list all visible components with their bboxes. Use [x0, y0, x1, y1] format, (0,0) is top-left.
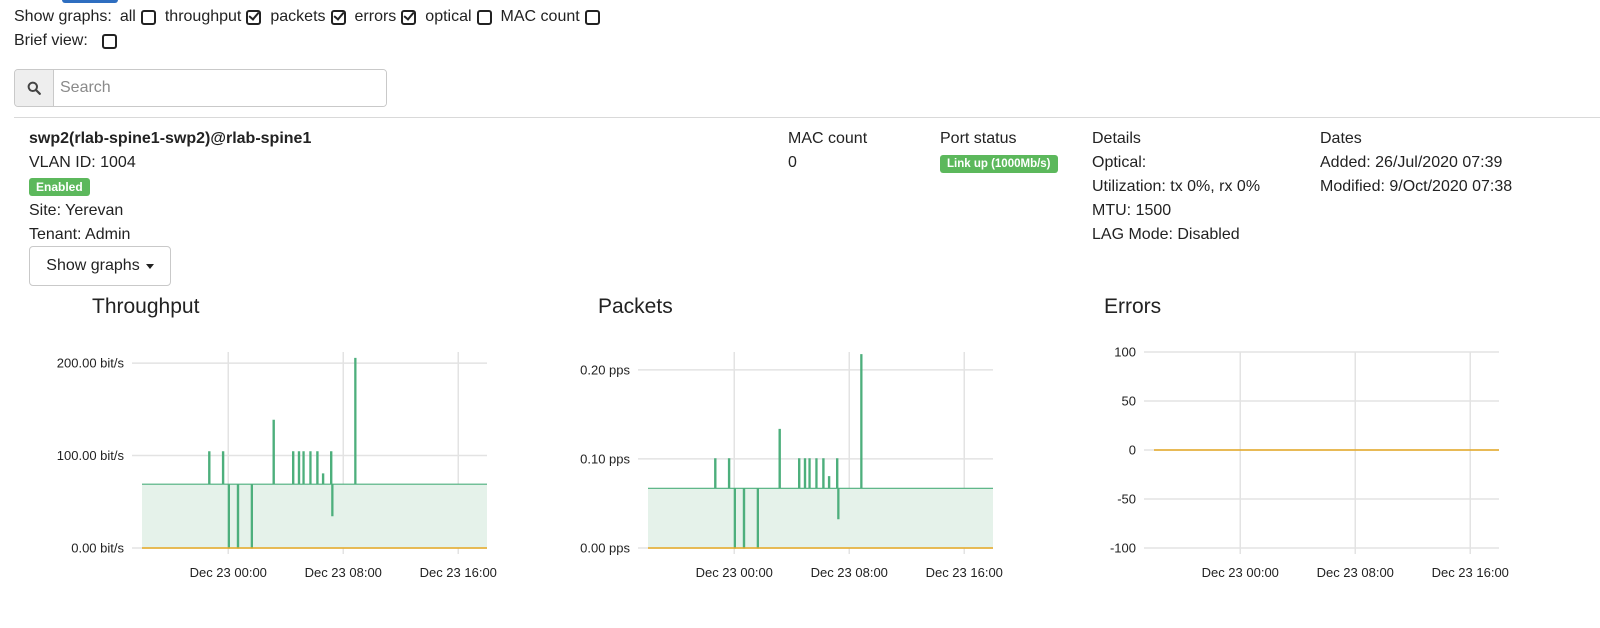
series-area-fill [142, 358, 487, 548]
optical-detail: Optical: [1092, 154, 1147, 171]
date-added: Added: 26/Jul/2020 07:39 [1320, 154, 1503, 171]
filter-errors-label: errors [354, 8, 397, 25]
x-tick-label: Dec 23 16:00 [1432, 565, 1509, 580]
graph-filters: Show graphs: all throughput packets erro… [14, 5, 609, 53]
errors-chart: -100 -50 0 50 100 Dec 23 00:00 Dec 23 08:00 Dec… [1110, 345, 1509, 581]
link-status-badge: Link up (1000Mb/s) [940, 155, 1058, 173]
y-tick-label: -50 [1117, 492, 1136, 507]
x-tick-label: Dec 23 16:00 [420, 565, 497, 580]
filter-optical[interactable]: optical [425, 5, 492, 29]
tenant: Tenant: Admin [29, 226, 131, 243]
x-tick-label: Dec 23 08:00 [811, 565, 888, 580]
search-input[interactable] [54, 70, 386, 106]
show-graphs-button-label: Show graphs [46, 257, 140, 274]
divider [14, 117, 1600, 118]
mac-count-value: 0 [788, 154, 797, 171]
active-tab-indicator [62, 0, 118, 3]
x-tick-label: Dec 23 08:00 [305, 565, 382, 580]
y-tick-label: 200.00 bit/s [57, 356, 125, 371]
mac-count-column: MAC count 0 [788, 127, 867, 175]
packets-chart: 0.00 pps 0.10 pps 0.20 pps Dec 23 00:00 Dec … [580, 352, 1003, 580]
throughput-chart-title: Throughput [92, 295, 200, 318]
caret-down-icon [145, 263, 154, 269]
x-tick-label: Dec 23 16:00 [926, 565, 1003, 580]
brief-view-label: Brief view: [14, 32, 88, 49]
show-graphs-row: Show graphs: all throughput packets erro… [14, 5, 609, 29]
y-tick-label: 0.00 bit/s [71, 541, 124, 556]
y-tick-label: 0 [1129, 443, 1136, 458]
port-status-header: Port status [940, 130, 1017, 147]
brief-view-checkbox[interactable] [101, 33, 117, 49]
mac-count-header: MAC count [788, 130, 868, 147]
port-info: swp2(rlab-spine1-swp2)@rlab-spine1 VLAN … [29, 127, 311, 247]
filter-errors-checkbox[interactable] [401, 9, 417, 25]
brief-view-row: Brief view: [14, 29, 609, 53]
details-column: Details Optical: Utilization: tx 0%, rx … [1092, 127, 1260, 247]
filter-packets-checkbox[interactable] [330, 9, 346, 25]
errors-chart-title: Errors [1104, 295, 1162, 318]
y-tick-label: 0.20 pps [580, 362, 630, 377]
filter-all-checkbox[interactable] [140, 9, 156, 25]
date-modified: Modified: 9/Oct/2020 07:38 [1320, 178, 1513, 195]
filter-mac-count-checkbox[interactable] [584, 9, 600, 25]
series-area-fill [648, 354, 993, 548]
dates-column: Dates Added: 26/Jul/2020 07:39 Modified:… [1320, 127, 1512, 199]
site: Site: Yerevan [29, 202, 124, 219]
filter-all-label: all [119, 8, 136, 25]
y-tick-label: 100.00 bit/s [57, 448, 125, 463]
show-graphs-label: Show graphs: [14, 8, 112, 25]
filter-throughput[interactable]: throughput [165, 5, 262, 29]
filter-errors[interactable]: errors [355, 5, 417, 29]
lag-mode-detail: LAG Mode: Disabled [1092, 226, 1240, 243]
filter-all[interactable]: all [120, 5, 156, 29]
mtu-detail: MTU: 1500 [1092, 202, 1172, 219]
search-box [14, 69, 387, 107]
filter-optical-checkbox[interactable] [476, 9, 492, 25]
x-tick-label: Dec 23 00:00 [1202, 565, 1279, 580]
y-tick-label: 100 [1114, 345, 1136, 360]
vlan-id: VLAN ID: 1004 [29, 154, 136, 171]
show-graphs-button[interactable]: Show graphs [29, 246, 171, 286]
details-header: Details [1092, 130, 1141, 147]
y-tick-label: 50 [1122, 394, 1136, 409]
filter-throughput-checkbox[interactable] [246, 9, 262, 25]
y-tick-label: 0.10 pps [580, 451, 630, 466]
filter-packets-label: packets [270, 8, 326, 25]
throughput-chart: 0.00 bit/s 100.00 bit/s 200.00 bit/s Dec 23… [57, 352, 497, 580]
x-tick-label: Dec 23 00:00 [696, 565, 773, 580]
port-name: swp2(rlab-spine1-swp2)@rlab-spine1 [29, 130, 312, 147]
x-tick-label: Dec 23 00:00 [190, 565, 267, 580]
y-tick-label: -100 [1110, 541, 1136, 556]
dates-header: Dates [1320, 130, 1362, 147]
enabled-badge: Enabled [29, 178, 90, 196]
x-tick-label: Dec 23 08:00 [1317, 565, 1394, 580]
filter-mac-count[interactable]: MAC count [501, 5, 600, 29]
search-icon[interactable] [15, 70, 54, 106]
port-status-column: Port status Link up (1000Mb/s) [940, 127, 1058, 175]
utilization-detail: Utilization: tx 0%, rx 0% [1092, 178, 1261, 195]
filter-mac-count-label: MAC count [500, 8, 580, 25]
filter-throughput-label: throughput [164, 8, 242, 25]
filter-optical-label: optical [425, 8, 472, 25]
filter-packets[interactable]: packets [270, 5, 346, 29]
packets-chart-title: Packets [598, 295, 673, 318]
y-tick-label: 0.00 pps [580, 541, 630, 556]
